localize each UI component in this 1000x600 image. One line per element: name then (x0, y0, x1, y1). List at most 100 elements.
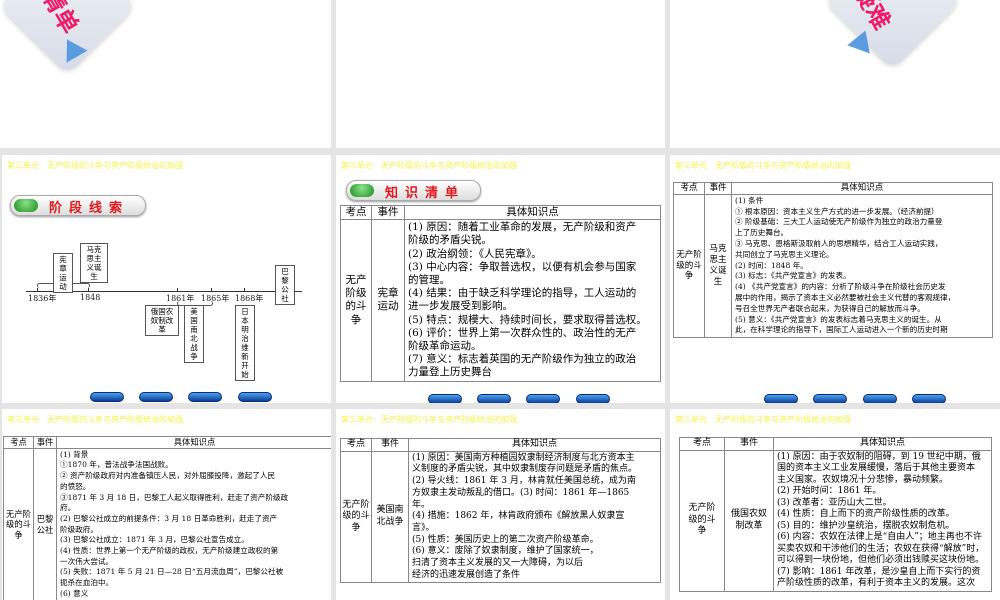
green-dot-icon (350, 184, 374, 197)
header-cell: 事件 (724, 437, 774, 451)
detail-line: 国的资本主义工业发展缓慢，落后于其他主要资本 (777, 463, 976, 473)
table-row: 无产阶级的斗争 巴黎公社 (1) 背景 ①1870 年，普法战争法国战败。 ② 资产阶级… (3, 447, 331, 600)
detail-line: (5) 性质：美国历史上的第二次资产阶级革命。 (412, 534, 599, 545)
slide-thumbnail-top-left[interactable]: 清单 (0, 0, 331, 148)
nav-button[interactable] (813, 394, 847, 403)
detail-line: (1) 原因：由于农奴制的阻碍，到 19 世纪中期，俄 (777, 451, 981, 462)
detail-line: (5) 特点：规模大、持续时间长，要求取得普选权。 (408, 313, 647, 326)
detail-line: (1) 条件 (735, 195, 764, 205)
table-header-row: 考点 事件 具体知识点 (3, 436, 331, 449)
tick (88, 288, 89, 292)
detail-line: 言》。 (412, 522, 435, 533)
event-cell: 马克思主义诞生 (704, 193, 732, 339)
detail-line: 力量登上历史舞台 (408, 366, 492, 379)
header-cell: 事件 (371, 204, 405, 221)
detail-line: (4) 结果：由于缺乏科学理论的指导，工人运动的 (408, 287, 637, 300)
detail-line: 号召全世界无产者联合起来，为获得自己的解放而斗争。 (735, 303, 925, 313)
nav-button[interactable] (139, 392, 173, 402)
kaodian-cell: 无产阶级的斗争 (340, 219, 372, 382)
table-header-row: 考点 事件 具体知识点 (679, 437, 992, 451)
detail-line: ③ 马克思、恩格斯汲取前人的思想精华，结合工人运动实践， (735, 238, 943, 248)
nav-button[interactable] (912, 394, 946, 403)
kaodian-cell: 无产阶级的斗争 (3, 447, 34, 600)
detail-line: (4) 《共产党宣言》的内容：分析了阶级斗争在阶级社会历史发 (735, 282, 946, 292)
table-header-row: 考点 事件 具体知识点 (673, 182, 993, 195)
event-box: 马克思主义诞生 (80, 243, 108, 283)
nav-button[interactable] (238, 392, 272, 402)
detail-line: (2) 时间：1848 年。 (735, 260, 808, 270)
event-cell: 俄国农奴制改革 (724, 449, 774, 592)
slide-thumbnail-russia-reform[interactable]: 第三单元 无产阶级的斗争与资产阶级统治的加强 考点 事件 具体知识点 无产阶级的斗争… (670, 409, 1000, 600)
knowledge-table: 考点 事件 具体知识点 无产阶级的斗争 宪章运动 (1) 原因：随着工业革命的发展，无产… (340, 204, 661, 382)
detail-line: 经济的迅速发展创造了条件 (412, 569, 521, 580)
table-header-row: 考点 事件 具体知识点 (340, 204, 661, 221)
slide-thumbnail-marxism[interactable]: 第三单元 无产阶级的斗争与资产阶级统治的加强 考点 事件 具体知识点 无产阶级的斗争… (670, 155, 1000, 403)
green-dot-icon (14, 199, 38, 212)
detail-line: (6) 内容：农奴在法律上是“自由人”；地主再也不许 (777, 532, 982, 542)
detail-line: 买卖农奴和干涉他们的生活；农奴在获得“解放”时， (777, 543, 985, 554)
detail-line: 展中的作用，揭示了资本主义必然要被社会主义代替的客观规律， (735, 292, 956, 302)
detail-line: (2) 开始时间：1861 年。 (777, 486, 882, 496)
detail-line: (3) 标志：《共产党宣言》的发表。 (735, 271, 851, 281)
detail-line: 可以得到一块份地，但他们必须出钱赎买这块份地。 (777, 555, 985, 565)
slide-thumbnail-knowledge-list[interactable]: 第三单元 无产阶级的斗争与资产阶级统治的加强 知识清单 考点 事件 具体知识点 无产… (336, 155, 665, 403)
nav-button[interactable] (477, 394, 511, 403)
nav-button[interactable] (188, 392, 222, 402)
nav-button[interactable] (526, 394, 560, 403)
slide-thumbnail-stage-clues[interactable]: 第三单元 无产阶级的斗争与资产阶级统治的加强 阶段线索 1836年 1848 1… (2, 155, 331, 403)
detail-line: 此，在科学理论的指导下，国际工人运动进入一个新的历史时期 (735, 325, 948, 335)
nav-button[interactable] (576, 394, 610, 403)
details-cell: (1) 条件 ① 根本原因：资本主义生产方式的进一步发展。（经济前提） ② 阶级基础… (731, 193, 993, 339)
event-box: 日本明治维新开始 (235, 305, 255, 381)
detail-line: (2) 导火线：1861 年 3 月，林肯就任美国总统，成为南 (412, 476, 636, 487)
detail-line: (3) 改革者：亚历山大二世。 (777, 497, 892, 508)
detail-line: (5) 失败：1871 年 5 月 21 日—28 日“五月流血周”，巴黎公社被 (60, 567, 284, 577)
detail-line: 的管理。 (408, 274, 450, 287)
slide-thumbnail-paris-commune[interactable]: 第三单元 无产阶级的斗争与资产阶级统治的加强 考点 事件 具体知识点 无产阶级的斗争… (2, 409, 331, 600)
detail-line: 阶级革命运动。 (408, 340, 482, 353)
nav-button[interactable] (764, 394, 798, 403)
detail-line: (1) 原因：随着工业革命的发展，无产阶级和资产 (408, 221, 637, 234)
detail-line: ① 根本原因：资本主义生产方式的进一步发展。（经济前提） (735, 206, 939, 216)
tick (177, 288, 178, 292)
nav-button[interactable] (863, 394, 897, 403)
section-heading: 阶段线索 (10, 195, 146, 216)
tick (244, 288, 245, 292)
slide-thumbnail-top-middle[interactable] (336, 0, 665, 148)
header-cell: 考点 (679, 437, 725, 451)
detail-line: 进一步发展受到影响。 (408, 300, 513, 313)
detail-line: (3) 巴黎公社成立：1871 年 3 月，巴黎公社宣告成立。 (60, 535, 249, 545)
details-cell: (1) 原因：由于农奴制的阻碍，到 19 世纪中期，俄 国的资本主义工业发展缓慢，… (773, 449, 992, 592)
detail-line: 方奴隶主发动叛乱的借口。(3) 时间：1861 年—1865 (412, 487, 630, 498)
detail-line: 一次伟大尝试。 (60, 556, 114, 566)
year-label: 1868年 (235, 294, 264, 303)
section-heading: 知识清单 (346, 180, 481, 201)
detail-line: (4) 性质：世界上第一个无产阶级的政权，无产阶级建立政权的第 (60, 546, 279, 556)
detail-line: ② 资产阶级政府对内准备镇压人民，对外屈膝投降，激起了人民 (60, 471, 276, 481)
knowledge-table: 考点 事件 具体知识点 无产阶级的斗争 巴黎公社 (1) 背景 ①1870 年，普法战争法… (3, 436, 331, 600)
detail-line: 扫清了资本主义发展的又一大障碍，为以后 (412, 558, 584, 569)
table-header-row: 考点 事件 具体知识点 (340, 438, 661, 452)
detail-line: (6) 评价：世界上第一次群众性的、政治性的无产 (408, 326, 637, 339)
nav-button[interactable] (428, 394, 462, 403)
header-cell: 具体知识点 (56, 436, 331, 449)
nav-button[interactable] (90, 392, 124, 402)
detail-line: 上了历史舞台。 (735, 228, 789, 238)
tick (37, 288, 38, 292)
slide-thumbnail-us-civil-war[interactable]: 第三单元 无产阶级的斗争与资产阶级统治的加强 考点 事件 具体知识点 无产阶级的斗争… (336, 409, 665, 600)
detail-line: 产阶级性质的改革，有利于资本主义的发展。这次 (777, 578, 976, 588)
detail-line: 阶级的矛盾尖锐。 (408, 234, 492, 247)
detail-line: ①1870 年，普法战争法国战败。 (60, 460, 173, 470)
detail-line: (1) 原因：美国南方种植园奴隶制经济制度与北方资本主 (412, 452, 635, 463)
slide-thumbnail-top-right[interactable]: 疑难 (670, 0, 1000, 148)
table-row: 无产阶级的斗争 美国南北战争 (1) 原因：美国南方种植园奴隶制经济制度与北方资本主… (340, 450, 661, 584)
event-cell: 美国南北战争 (371, 450, 409, 584)
event-box: 俄国农奴制改革 (145, 305, 179, 336)
detail-line: (4) 措施：1862 年，林肯政府颁布《解放黑人奴隶宣 (412, 511, 625, 522)
details-cell: (1) 原因：美国南方种植园奴隶制经济制度与北方资本主 义制度的矛盾尖锐，其中奴隶… (408, 450, 661, 584)
kaodian-cell: 无产阶级的斗争 (673, 193, 705, 339)
details-cell: (1) 原因：随着工业革命的发展，无产阶级和资产 阶级的矛盾尖锐。 (2) 政治纲领… (404, 219, 661, 382)
detail-line: (6) 意义：废除了奴隶制度，维护了国家统一， (412, 546, 599, 557)
event-cell: 巴黎公社 (33, 447, 57, 600)
header-cell: 事件 (371, 438, 409, 452)
